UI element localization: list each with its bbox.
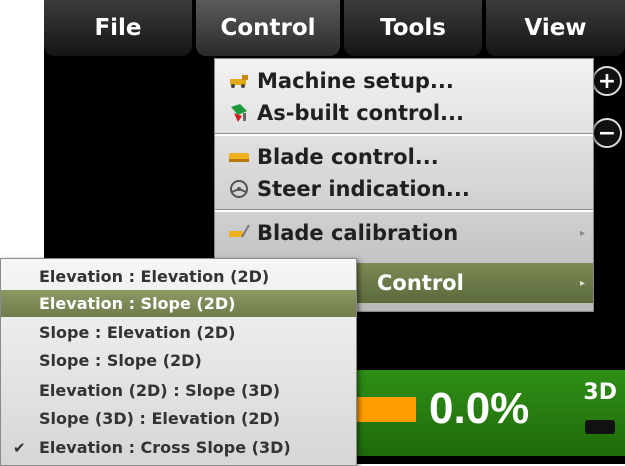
submenu-item-slope-slope-2d[interactable]: Slope : Slope (2D) — [1, 347, 356, 374]
menu-item-label: Steer indication... — [257, 177, 470, 201]
submenu-item-elevation-cross-slope-3d[interactable]: ✔ Elevation : Cross Slope (3D) — [1, 434, 356, 461]
checkmark-icon: ✔ — [13, 438, 26, 457]
submenu-item-label: Elevation (2D) : Slope (3D) — [39, 381, 281, 400]
menu-file[interactable]: File — [44, 0, 192, 56]
submenu-item-elevation2d-slope3d[interactable]: Elevation (2D) : Slope (3D) — [1, 377, 356, 404]
mode-indicator — [585, 420, 615, 434]
submenu-arrow-icon: ▸ — [579, 227, 585, 239]
menu-bar: File Control Tools View — [44, 0, 625, 56]
menu-item-as-built-control[interactable]: As-built control... — [215, 97, 593, 129]
menu-item-label: Blade calibration — [257, 221, 459, 245]
submenu-item-label: Slope : Slope (2D) — [39, 351, 202, 370]
zoom-out-button[interactable]: − — [592, 118, 622, 148]
menu-item-label: Control — [377, 271, 464, 295]
menu-item-label: As-built control... — [257, 101, 464, 125]
zoom-in-button[interactable]: + — [592, 66, 622, 96]
submenu-item-slope-elevation-2d[interactable]: Slope : Elevation (2D) — [1, 319, 356, 346]
submenu-item-slope3d-elevation2d[interactable]: Slope (3D) : Elevation (2D) — [1, 405, 356, 432]
menu-item-steer-indication[interactable]: Steer indication... — [215, 173, 593, 205]
menu-item-blade-calibration[interactable]: Blade calibration ▸ — [215, 217, 593, 249]
submenu-item-elevation-elevation-2d[interactable]: Elevation : Elevation (2D) — [1, 263, 356, 290]
menu-control[interactable]: Control — [196, 0, 340, 56]
submenu-item-label: Elevation : Cross Slope (3D) — [39, 438, 291, 457]
submenu-item-label: Slope : Elevation (2D) — [39, 323, 236, 342]
menu-view[interactable]: View — [486, 0, 625, 56]
submenu-arrow-icon: ▸ — [579, 277, 585, 289]
menu-item-blade-control[interactable]: Blade control... — [215, 141, 593, 173]
steer-icon — [227, 179, 251, 199]
grade-percent-readout: 0.0% — [429, 384, 530, 433]
blade-calibration-icon — [227, 223, 251, 243]
menu-divider — [215, 133, 593, 136]
as-built-icon — [227, 103, 251, 123]
menu-item-label: Blade control... — [257, 145, 439, 169]
menu-tools[interactable]: Tools — [344, 0, 482, 56]
submenu-item-label: Slope (3D) : Elevation (2D) — [39, 409, 281, 428]
mode-3d-label: 3D — [583, 380, 617, 405]
menu-item-machine-setup[interactable]: Machine setup... — [215, 65, 593, 97]
menu-divider — [215, 209, 593, 212]
submenu-item-label: Elevation : Elevation (2D) — [39, 267, 270, 286]
submenu-item-elevation-slope-2d[interactable]: Elevation : Slope (2D) — [1, 290, 356, 317]
control-mode-submenu: Elevation : Elevation (2D) Elevation : S… — [0, 258, 357, 466]
machine-setup-icon — [227, 71, 251, 91]
blade-icon — [227, 147, 251, 167]
submenu-item-label: Elevation : Slope (2D) — [39, 294, 236, 313]
menu-item-label: Machine setup... — [257, 69, 454, 93]
